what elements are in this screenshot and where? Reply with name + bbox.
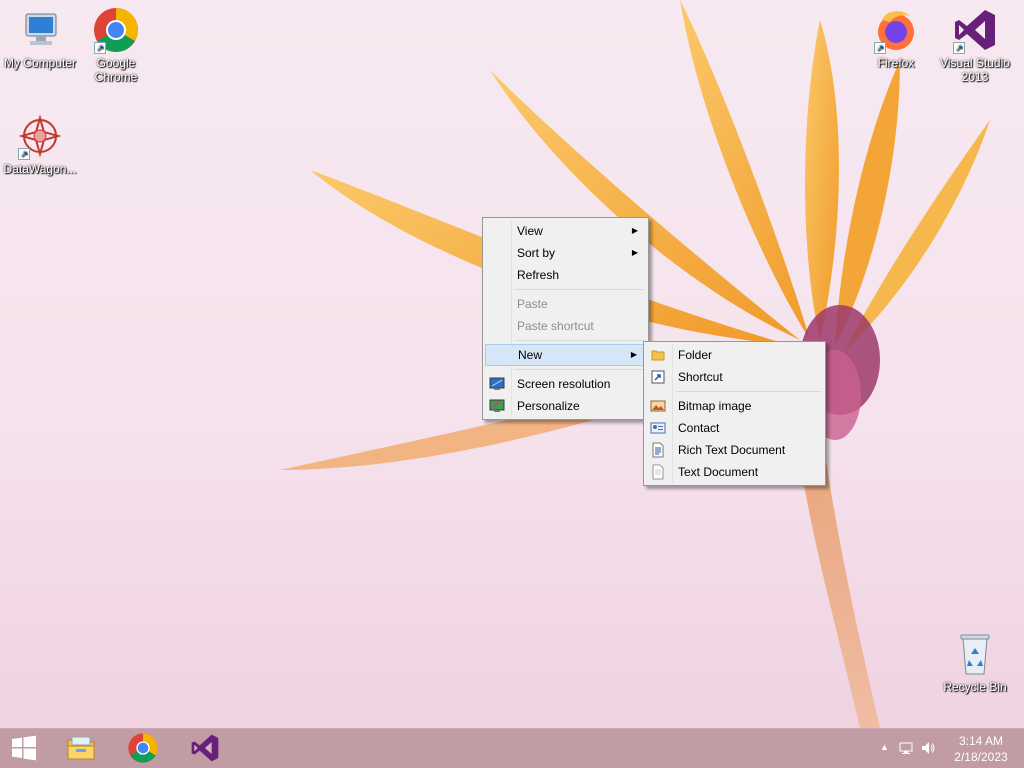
network-icon[interactable] <box>898 740 914 759</box>
visual-studio-icon: ↗ <box>951 6 999 54</box>
file-explorer-icon <box>65 732 97 767</box>
menu-item-refresh[interactable]: Refresh <box>485 264 646 286</box>
desktop-icon-label: My Computer <box>3 56 77 70</box>
menu-item-label: Screen resolution <box>517 377 611 391</box>
desktop-icon-label: Recycle Bin <box>943 680 1007 694</box>
menu-item-label: Paste <box>517 297 548 311</box>
recycle-bin-icon <box>951 630 999 678</box>
new-submenu: Folder Shortcut Bitmap image Contact Ric… <box>643 341 826 486</box>
submenu-item-shortcut[interactable]: Shortcut <box>646 366 823 388</box>
datawagon-icon: ↗ <box>16 112 64 160</box>
folder-icon <box>650 347 666 363</box>
submenu-item-rich-text-document[interactable]: Rich Text Document <box>646 439 823 461</box>
menu-item-label: Folder <box>678 348 713 362</box>
start-button[interactable] <box>0 731 48 767</box>
chrome-icon: ↗ <box>92 6 140 54</box>
desktop-icon-my-computer[interactable]: My Computer <box>2 2 78 70</box>
desktop-icon-datawagon[interactable]: ↗ DataWagon... <box>2 108 78 176</box>
desktop-icon-label: Firefox <box>877 56 915 70</box>
menu-item-label: Bitmap image <box>678 399 752 413</box>
contact-icon <box>650 420 666 436</box>
menu-separator <box>515 340 644 341</box>
menu-item-label: Contact <box>678 421 720 435</box>
menu-item-label: Rich Text Document <box>678 443 786 457</box>
clock-time: 3:14 AM <box>958 734 1004 748</box>
menu-item-personalize[interactable]: Personalize <box>485 395 646 417</box>
shortcut-arrow-icon: ↗ <box>874 42 886 54</box>
computer-icon <box>16 6 64 54</box>
taskbar-file-explorer-button[interactable] <box>57 731 105 767</box>
clock-date: 2/18/2023 <box>954 750 1008 764</box>
taskbar-clock[interactable]: 3:14 AM 2/18/2023 <box>946 733 1016 765</box>
menu-item-label: Shortcut <box>678 370 723 384</box>
taskbar-chrome-button[interactable] <box>119 731 167 767</box>
desktop-icon-label: Visual Studio 2013 <box>940 56 1010 84</box>
submenu-item-contact[interactable]: Contact <box>646 417 823 439</box>
menu-item-label: Text Document <box>678 465 759 479</box>
desktop-icon-google-chrome[interactable]: ↗ Google Chrome <box>78 2 154 84</box>
taskbar: ▲ 3:14 AM 2/18/2023 <box>0 728 1024 768</box>
system-tray: ▲ 3:14 AM 2/18/2023 <box>864 729 1024 768</box>
submenu-item-text-document[interactable]: Text Document <box>646 461 823 483</box>
menu-item-label: New <box>518 348 543 362</box>
submenu-item-folder[interactable]: Folder <box>646 344 823 366</box>
menu-separator <box>515 289 644 290</box>
menu-item-sort-by[interactable]: Sort by ▶ <box>485 242 646 264</box>
visual-studio-icon <box>189 732 221 767</box>
menu-item-paste[interactable]: Paste <box>485 293 646 315</box>
desktop-icon-label: DataWagon... <box>3 162 77 176</box>
menu-item-label: Refresh <box>517 268 560 282</box>
menu-separator <box>676 391 821 392</box>
rich-text-icon <box>650 442 666 458</box>
shortcut-arrow-icon: ↗ <box>94 42 106 54</box>
desktop-context-menu: View ▶ Sort by ▶ Refresh Paste Paste sho… <box>482 217 649 420</box>
windows-logo-icon <box>10 734 38 765</box>
menu-item-new[interactable]: New ▶ <box>485 344 646 366</box>
firefox-icon: ↗ <box>872 6 920 54</box>
menu-item-label: View <box>517 224 543 238</box>
submenu-arrow-icon: ▶ <box>630 350 637 359</box>
chrome-icon <box>127 732 159 767</box>
menu-item-paste-shortcut[interactable]: Paste shortcut <box>485 315 646 337</box>
desktop-icon-recycle-bin[interactable]: Recycle Bin <box>937 626 1013 694</box>
desktop-icon-label: Google Chrome <box>94 56 138 84</box>
submenu-arrow-icon: ▶ <box>631 226 638 235</box>
submenu-arrow-icon: ▶ <box>631 248 638 257</box>
menu-separator <box>515 369 644 370</box>
volume-icon[interactable] <box>920 740 936 759</box>
submenu-item-bitmap-image[interactable]: Bitmap image <box>646 395 823 417</box>
shortcut-icon <box>650 369 666 385</box>
text-document-icon <box>650 464 666 480</box>
show-hidden-icons-icon[interactable]: ▲ <box>880 742 889 752</box>
screen-resolution-icon <box>489 376 505 392</box>
bitmap-icon <box>650 398 666 414</box>
menu-item-view[interactable]: View ▶ <box>485 220 646 242</box>
desktop-icon-visual-studio[interactable]: ↗ Visual Studio 2013 <box>937 2 1013 84</box>
menu-item-label: Personalize <box>517 399 580 413</box>
menu-item-label: Paste shortcut <box>517 319 594 333</box>
shortcut-arrow-icon: ↗ <box>953 42 965 54</box>
menu-item-screen-resolution[interactable]: Screen resolution <box>485 373 646 395</box>
personalize-icon <box>489 398 505 414</box>
desktop-icon-firefox[interactable]: ↗ Firefox <box>858 2 934 70</box>
taskbar-visual-studio-button[interactable] <box>181 731 229 767</box>
menu-item-label: Sort by <box>517 246 556 260</box>
shortcut-arrow-icon: ↗ <box>18 148 30 160</box>
